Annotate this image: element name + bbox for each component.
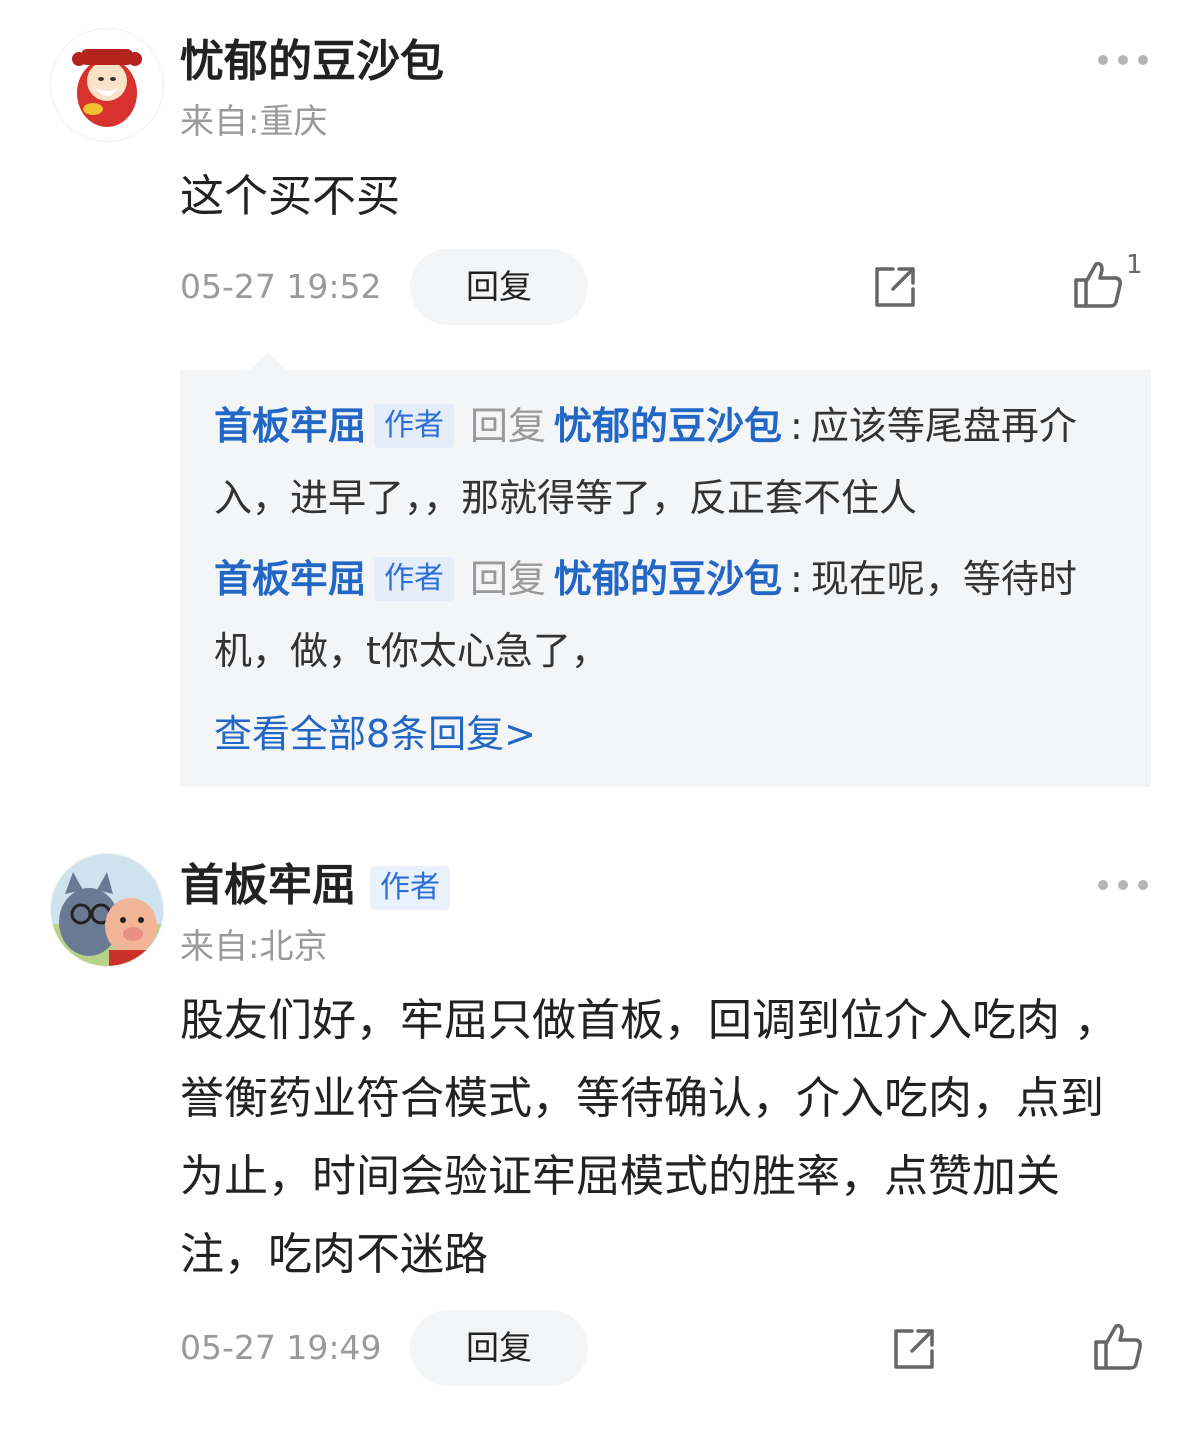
sub-reply-target[interactable]: 忧郁的豆沙包	[554, 557, 782, 601]
username[interactable]: 忧郁的豆沙包	[180, 34, 444, 90]
view-all-replies-link[interactable]: 查看全部8条回复>	[214, 706, 536, 762]
username-text: 首板牢屈	[180, 860, 356, 911]
reply-panel-arrow	[250, 352, 286, 370]
author-badge: 作者	[370, 866, 450, 910]
avatar[interactable]	[50, 28, 164, 142]
sub-reply-author[interactable]: 首板牢屈	[214, 404, 366, 448]
share-icon[interactable]	[890, 1325, 938, 1377]
location-label: 来自:重庆	[180, 102, 328, 142]
sub-reply-target[interactable]: 忧郁的豆沙包	[554, 404, 782, 448]
sub-reply[interactable]: 首板牢屈 作者 回复 忧郁的豆沙包: 现在呢，等待时机，做，t你太心急了，	[214, 543, 1129, 687]
comment-item: 忧郁的豆沙包 来自:重庆 这个买不买 05-27 19:52 回复 1 首板牢屈…	[0, 0, 1199, 800]
comment-content: 这个买不买	[180, 171, 400, 222]
sub-reply-author[interactable]: 首板牢屈	[214, 557, 366, 601]
username-text: 忧郁的豆沙包	[180, 36, 444, 87]
timestamp: 05-27 19:49	[180, 1328, 382, 1367]
sub-reply[interactable]: 首板牢屈 作者 回复 忧郁的豆沙包: 应该等尾盘再介入，进早了，，那就得等了，反正套不住…	[214, 390, 1129, 534]
reply-verb: 回复	[470, 557, 547, 601]
reply-button[interactable]: 回复	[410, 1310, 588, 1386]
more-icon[interactable]	[1098, 54, 1148, 66]
like-count: 1	[1126, 250, 1143, 280]
share-icon[interactable]	[871, 263, 919, 315]
username[interactable]: 首板牢屈 作者	[180, 858, 450, 914]
author-badge: 作者	[374, 557, 455, 601]
reply-verb: 回复	[470, 404, 547, 448]
comment-content: 股友们好，牢屈只做首板，回调到位介入吃肉 ，誉衡药业符合模式，等待确认，介入吃肉…	[180, 995, 1118, 1280]
location-label: 来自:北京	[180, 927, 328, 967]
reply-button[interactable]: 回复	[410, 249, 588, 325]
thumbs-up-icon[interactable]	[1092, 1320, 1144, 1376]
timestamp: 05-27 19:52	[180, 267, 382, 306]
separator: :	[790, 557, 803, 601]
author-badge: 作者	[374, 404, 455, 448]
avatar[interactable]	[50, 853, 164, 967]
thumbs-up-icon[interactable]	[1072, 258, 1124, 314]
more-icon[interactable]	[1098, 879, 1148, 891]
separator: :	[790, 404, 803, 448]
